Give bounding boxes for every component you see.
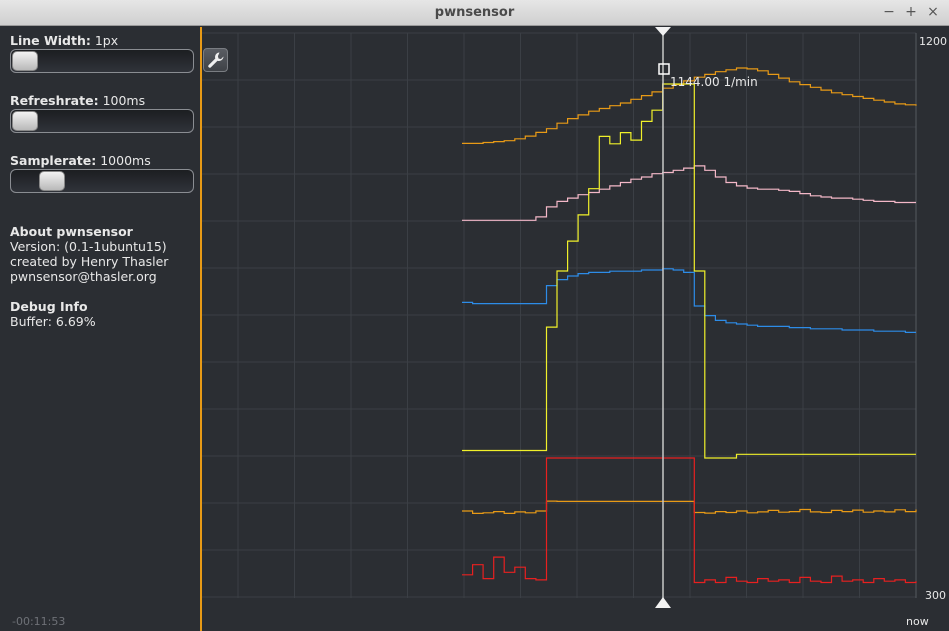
cursor-marker-icon <box>658 63 670 75</box>
sidebar: Line Width: 1px Refreshrate: 100ms Sampl… <box>0 27 200 631</box>
line-width-slider[interactable] <box>10 49 194 73</box>
settings-tool-button[interactable] <box>203 48 228 72</box>
y-axis-max-label: 1200 <box>919 35 947 48</box>
cursor-top-handle-icon[interactable] <box>655 27 671 36</box>
line-width-slider-knob[interactable] <box>12 51 38 71</box>
about-email: pwnsensor@thasler.org <box>10 269 157 284</box>
time-end-label: now <box>906 615 929 628</box>
buffer-start-line <box>200 27 202 631</box>
debug-heading: Debug Info <box>10 299 88 314</box>
about-version: Version: (0.1-1ubuntu15) <box>10 239 167 254</box>
plot-series <box>462 67 917 584</box>
series-line-2 <box>462 268 916 333</box>
about-author: created by Henry Thasler <box>10 254 169 269</box>
samplerate-slider[interactable] <box>10 169 194 193</box>
cursor-bottom-handle-icon[interactable] <box>655 597 671 608</box>
samplerate-label: Samplerate: 1000ms <box>10 153 151 168</box>
refreshrate-slider-knob[interactable] <box>12 111 38 131</box>
about-section: About pwnsensor Version: (0.1-1ubuntu15)… <box>10 224 168 284</box>
debug-buffer: Buffer: 6.69% <box>10 314 96 329</box>
refreshrate-slider[interactable] <box>10 109 194 133</box>
line-width-label: Line Width: 1px <box>10 33 119 48</box>
series-line-3 <box>462 83 916 459</box>
samplerate-slider-knob[interactable] <box>39 171 65 191</box>
cursor-readout: 1144.00 1/min <box>670 75 758 89</box>
about-heading: About pwnsensor <box>10 224 133 239</box>
y-axis-min-label: 300 <box>925 589 946 602</box>
series-line-5 <box>462 457 917 584</box>
refreshrate-label: Refreshrate: 100ms <box>10 93 146 108</box>
wrench-icon <box>208 52 224 68</box>
time-start-label: -00:11:53 <box>12 615 66 628</box>
debug-section: Debug Info Buffer: 6.69% <box>10 299 96 329</box>
